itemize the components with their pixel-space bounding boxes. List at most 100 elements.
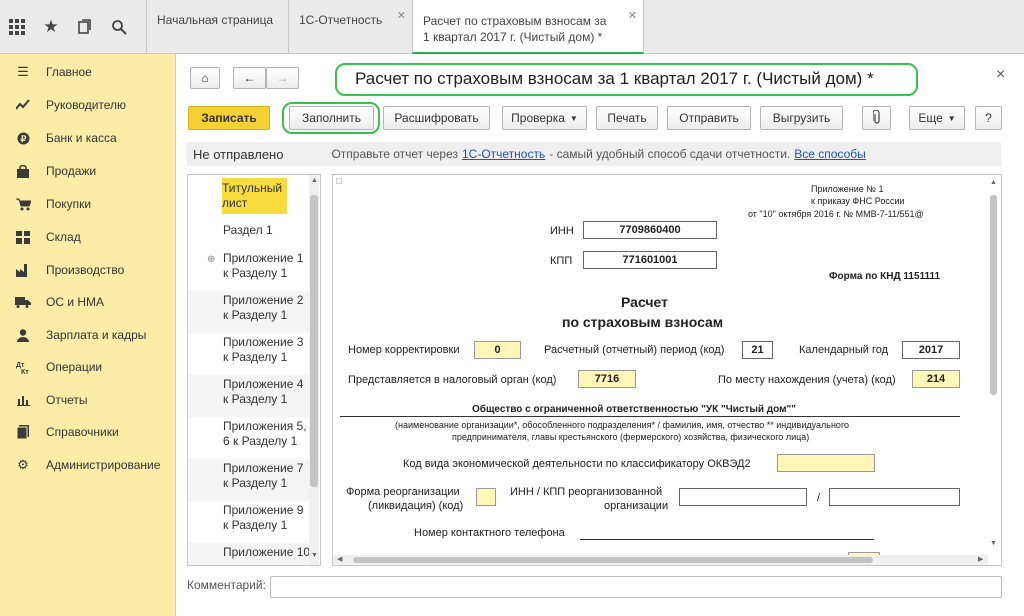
list-item-label: к Разделу 1 (223, 350, 288, 364)
page-title: Расчет по страховым взносам за 1 квартал… (355, 69, 874, 88)
section-list: Раздел 1 Приложение 1к Разделу 1 Приложе… (187, 174, 321, 566)
reporting-link[interactable]: 1С-Отчетность (462, 147, 545, 161)
save-button[interactable]: Записать (188, 106, 270, 130)
sidebar-item-label: Продажи (46, 164, 97, 178)
svg-text:Дт: Дт (16, 362, 25, 369)
arrow-left-icon: ← (243, 71, 256, 85)
more-button[interactable]: Еще ▼ (909, 106, 965, 130)
sidebar-item-main[interactable]: ☰ Главное (0, 56, 176, 88)
send-button[interactable]: Отправить (667, 106, 751, 130)
star-icon[interactable]: ★ (34, 0, 68, 54)
scrollbar-thumb[interactable] (353, 557, 873, 563)
org-name[interactable]: Общество с ограниченной ответственностью… (472, 404, 796, 415)
list-item-label: Приложение 4 (223, 377, 304, 391)
scroll-right-icon[interactable]: ▶ (978, 555, 983, 563)
location-field[interactable]: 214 (912, 370, 960, 388)
print-button[interactable]: Печать (596, 106, 658, 130)
fill-button[interactable]: Заполнить (289, 106, 374, 130)
svg-text:Кт: Кт (21, 369, 29, 374)
back-button[interactable]: ← (233, 67, 266, 89)
attach-button[interactable] (862, 106, 891, 130)
close-icon[interactable]: ✕ (397, 8, 406, 24)
forward-button[interactable]: → (266, 67, 299, 89)
status-text: Не отправлено (193, 146, 284, 162)
grid-icon[interactable] (0, 0, 34, 54)
home-icon: ⌂ (201, 71, 209, 85)
close-icon[interactable]: × (996, 66, 1005, 84)
list-item[interactable]: Раздел 1 (188, 219, 312, 249)
scroll-up-icon[interactable]: ▲ (311, 177, 318, 184)
inn-field[interactable]: 7709860400 (583, 221, 717, 239)
scrollbar-thumb[interactable] (990, 195, 997, 395)
kpp-field[interactable]: 771601001 (583, 251, 717, 269)
year-field[interactable]: 2017 (902, 341, 960, 359)
phone-field[interactable] (580, 539, 874, 540)
sidebar-item-admin[interactable]: ⚙ Администрирование (0, 449, 176, 481)
list-item[interactable]: Приложения 5, 6 к Разделу 1 (188, 417, 312, 459)
period-field[interactable]: 21 (742, 341, 773, 359)
tax-office-field[interactable]: 7716 (578, 370, 636, 388)
scroll-down-icon[interactable]: ▼ (990, 540, 997, 547)
scroll-down-icon[interactable]: ▼ (311, 552, 318, 559)
tab-reporting[interactable]: 1С-Отчетность ✕ (288, 0, 412, 54)
sidebar-item-purchases[interactable]: Покупки (0, 188, 176, 220)
list-item[interactable]: Приложение 4к Разделу 1 (188, 375, 312, 417)
phone-label: Номер контактного телефона (414, 527, 565, 539)
tab-label: 1 квартал 2017 г. (Чистый дом) * (423, 30, 603, 44)
okved-field[interactable] (777, 454, 875, 472)
sidebar-item-label: Производство (46, 263, 125, 277)
check-button[interactable]: Проверка ▼ (502, 106, 587, 130)
tab-report[interactable]: Расчет по страховым взносам за 1 квартал… (412, 0, 644, 55)
tab-home[interactable]: Начальная страница (146, 0, 288, 54)
sidebar-item-assets[interactable]: ОС и НМА (0, 286, 176, 318)
tab-label: Расчет по страховым взносам за (423, 14, 607, 28)
history-icon[interactable] (68, 0, 102, 54)
scrollbar-thumb[interactable] (310, 195, 318, 487)
all-ways-link[interactable]: Все способы (794, 147, 866, 161)
tax-office-label: Представляется в налоговый орган (код) (348, 374, 557, 386)
coin-icon: ₽ (0, 132, 46, 145)
search-icon[interactable] (102, 0, 136, 54)
sidebar-item-bank[interactable]: ₽ Банк и касса (0, 122, 176, 154)
appendix-line: от "10" октября 2016 г. № ММВ-7-11/551@ (748, 209, 924, 219)
help-button[interactable]: ? (975, 106, 1002, 130)
list-item-label: Титульный (222, 181, 283, 195)
svg-text:₽: ₽ (20, 134, 26, 144)
home-button[interactable]: ⌂ (190, 67, 220, 89)
person-icon (0, 328, 46, 342)
list-item[interactable]: Приложение 3к Разделу 1 (188, 333, 312, 375)
list-item-selected[interactable]: Титульный лист (222, 181, 282, 211)
reorg-label: Форма реорганизации (346, 486, 460, 498)
period-label: Расчетный (отчетный) период (код) (544, 344, 725, 356)
sidebar-item-catalogs[interactable]: Справочники (0, 416, 176, 448)
sidebar-item-salary[interactable]: Зарплата и кадры (0, 319, 176, 351)
sidebar-item-reports[interactable]: Отчеты (0, 384, 176, 416)
operations-icon: Дт Кт (0, 360, 46, 374)
correction-field[interactable]: 0 (474, 341, 521, 359)
export-button[interactable]: Выгрузить (760, 106, 843, 130)
list-item[interactable]: Приложение 10 (188, 543, 312, 565)
comment-input[interactable] (270, 576, 1002, 598)
report-form: Приложение № 1 к приказу ФНС России от "… (332, 174, 1002, 566)
knd-label: Форма по КНД 1151111 (829, 271, 941, 282)
sidebar-item-operations[interactable]: Дт Кт Операции (0, 351, 176, 383)
arrow-right-icon: → (276, 71, 289, 85)
list-item[interactable]: Приложение 2к Разделу 1 (188, 291, 312, 333)
reorg-inn-field[interactable] (679, 488, 807, 506)
expand-icon[interactable]: ⊕ (207, 254, 215, 265)
list-item[interactable]: Приложение 7к Разделу 1 (188, 459, 312, 501)
sidebar-item-label: Отчеты (46, 393, 88, 407)
status-bar: Не отправлено Отправьте отчет через 1С-О… (187, 142, 1001, 166)
corner-marker (336, 178, 342, 184)
sidebar-item-manager[interactable]: Руководителю (0, 89, 176, 121)
scroll-up-icon[interactable]: ▲ (990, 179, 997, 186)
decode-button[interactable]: Расшифровать (383, 106, 490, 130)
close-icon[interactable]: ✕ (628, 8, 637, 24)
reorg-field[interactable] (476, 488, 496, 506)
list-item[interactable]: Приложение 9к Разделу 1 (188, 501, 312, 543)
reorg-kpp-field[interactable] (829, 488, 960, 506)
sidebar-item-sales[interactable]: Продажи (0, 155, 176, 187)
scroll-left-icon[interactable]: ◀ (337, 555, 342, 563)
sidebar-item-production[interactable]: Производство (0, 254, 176, 286)
sidebar-item-warehouse[interactable]: Склад (0, 221, 176, 253)
